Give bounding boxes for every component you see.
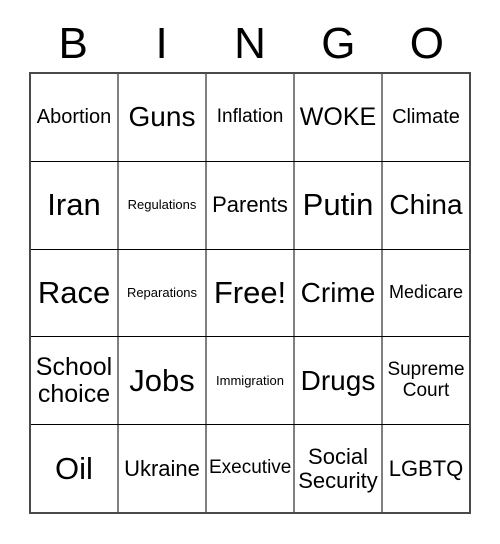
bingo-cell-label: Race	[37, 275, 111, 311]
bingo-header-letter-b: B	[58, 19, 88, 68]
bingo-cell-label: Putin	[302, 187, 374, 223]
bingo-cell[interactable]: Jobs	[119, 337, 207, 425]
bingo-header-letter-i: I	[155, 19, 168, 68]
bingo-cell[interactable]: Putin	[295, 161, 383, 249]
bingo-cell-label: Reparations	[126, 284, 198, 300]
bingo-cell[interactable]: Abortion	[31, 74, 119, 161]
bingo-cell-label: Executive	[209, 457, 292, 479]
bingo-row: School choice Jobs Immigration Drugs Sup…	[31, 337, 469, 426]
bingo-grid: Abortion Guns Inflation WOKE Climate Ira…	[29, 72, 471, 514]
bingo-cell-label: LGBTQ	[388, 455, 464, 481]
bingo-cell-label: Climate	[392, 105, 460, 128]
bingo-cell[interactable]: Ukraine	[119, 425, 207, 512]
bingo-row: Iran Regulations Parents Putin China	[31, 161, 469, 250]
bingo-cell-label: Jobs	[129, 363, 195, 399]
bingo-cell[interactable]: Drugs	[295, 337, 383, 425]
bingo-cell[interactable]: Climate	[383, 74, 469, 161]
bingo-cell[interactable]: Guns	[119, 74, 207, 161]
bingo-cell[interactable]: Social Security	[295, 425, 383, 512]
bingo-cell-label: Iran	[47, 187, 101, 223]
bingo-header-letter-o: O	[409, 19, 444, 68]
bingo-cell-label: Inflation	[216, 106, 284, 128]
bingo-card: B I N G O Abortion Guns Inflation WOKE C…	[0, 0, 500, 544]
bingo-cell[interactable]: WOKE	[295, 74, 383, 161]
bingo-cell-label: China	[389, 189, 463, 221]
bingo-cell-free-space[interactable]: Free!	[207, 249, 295, 337]
bingo-cell[interactable]: Parents	[207, 161, 295, 249]
bingo-row: Oil Ukraine Executive Social Security LG…	[31, 425, 469, 512]
bingo-cell-label: WOKE	[299, 102, 377, 131]
bingo-cell-label: Guns	[128, 101, 196, 133]
bingo-cell-label: Immigration	[216, 372, 284, 388]
bingo-cell[interactable]: Race	[31, 249, 119, 337]
bingo-cell-label: Drugs	[300, 364, 376, 396]
bingo-row: Race Reparations Free! Crime Medicare	[31, 249, 469, 338]
bingo-cell[interactable]: LGBTQ	[383, 425, 469, 512]
bingo-cell-label: Medicare	[388, 282, 464, 303]
bingo-cell-label: School choice	[35, 352, 113, 408]
bingo-cell-label: Social Security	[298, 443, 378, 493]
bingo-cell[interactable]: Executive	[207, 425, 295, 512]
bingo-cell[interactable]: Inflation	[207, 74, 295, 161]
bingo-cell[interactable]: School choice	[31, 337, 119, 425]
bingo-cell[interactable]: Oil	[31, 425, 119, 512]
bingo-cell-label: Crime	[300, 276, 376, 308]
bingo-cell-label: Supreme Court	[387, 359, 465, 401]
bingo-header-letter-g: G	[321, 19, 356, 68]
bingo-cell[interactable]: Immigration	[207, 337, 295, 425]
bingo-cell[interactable]: Reparations	[119, 249, 207, 337]
bingo-cell[interactable]: Supreme Court	[383, 337, 469, 425]
bingo-header-letter-n: N	[234, 19, 266, 68]
bingo-cell-label: Abortion	[36, 105, 112, 128]
bingo-cell-label: Oil	[55, 450, 93, 486]
bingo-cell-label: Regulations	[127, 197, 197, 213]
bingo-cell[interactable]: Crime	[295, 249, 383, 337]
bingo-cell-label: Free!	[213, 275, 287, 311]
bingo-cell-label: Parents	[212, 192, 288, 218]
bingo-cell[interactable]: Iran	[31, 161, 119, 249]
bingo-row: Abortion Guns Inflation WOKE Climate	[31, 74, 469, 162]
bingo-header-row: B I N G O	[29, 16, 471, 72]
bingo-cell-label: Ukraine	[124, 455, 200, 481]
bingo-cell[interactable]: Medicare	[383, 249, 469, 337]
bingo-cell[interactable]: China	[383, 161, 469, 249]
bingo-cell[interactable]: Regulations	[119, 161, 207, 249]
